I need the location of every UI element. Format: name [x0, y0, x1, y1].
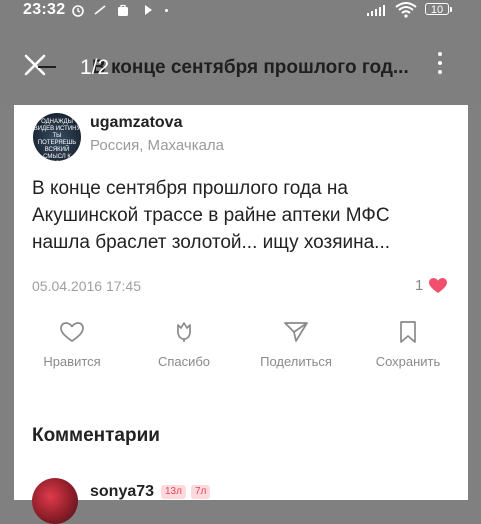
share-label: Поделиться — [260, 354, 332, 369]
thanks-label: Спасибо — [157, 354, 211, 369]
bag-icon — [118, 4, 128, 16]
like-label: Нравится — [43, 354, 101, 369]
like-button[interactable]: Нравится — [22, 320, 122, 369]
close-icon[interactable] — [24, 54, 46, 76]
author-username[interactable]: ugamzatova — [90, 114, 182, 132]
back-arrow-shaft — [38, 66, 56, 68]
post-card: ОДНАЖДЫ ВИДЕВ ИСТИНУ ТЫ ПОТЕРЯЕШЬ ВСЯКИЙ… — [14, 105, 468, 500]
commenter-username[interactable]: sonya73 — [90, 483, 154, 501]
commenter-avatar[interactable] — [32, 478, 78, 524]
image-counter: 1/2 — [80, 56, 110, 79]
thanks-button[interactable]: Спасибо — [134, 320, 234, 369]
likes-count: 1 — [415, 277, 424, 294]
heart-filled-icon — [429, 277, 448, 293]
avatar-caption: ОДНАЖДЫ ВИДЕВ ИСТИНУ ТЫ ПОТЕРЯЕШЬ ВСЯКИЙ… — [33, 119, 81, 160]
signal-icon — [367, 3, 385, 16]
comments-heading: Комментарии — [32, 425, 160, 446]
post-date: 05.04.2016 17:45 — [32, 278, 141, 294]
commenter-badge: 13л — [161, 485, 186, 499]
notification-dot — [165, 9, 168, 12]
commenter-badge: 7л — [191, 485, 211, 499]
paper-plane-icon — [284, 322, 308, 342]
save-label: Сохранить — [375, 354, 441, 369]
heart-outline-icon — [60, 322, 84, 342]
share-button[interactable]: Поделиться — [246, 320, 346, 369]
author-avatar[interactable]: ОДНАЖДЫ ВИДЕВ ИСТИНУ ТЫ ПОТЕРЯЕШЬ ВСЯКИЙ… — [33, 113, 81, 161]
viewer-header: В конце сентября прошлого год... 1/2 — [0, 22, 481, 105]
more-options-icon[interactable] — [438, 52, 442, 74]
post-actions: Нравится Спасибо Поделиться Сохранить — [14, 320, 468, 390]
likes-counter[interactable]: 1 — [415, 277, 448, 294]
status-bar: 23:32 10 — [0, 0, 481, 22]
play-icon — [145, 5, 152, 15]
status-time: 23:32 — [23, 1, 66, 18]
link-icon — [94, 5, 106, 15]
alarm-icon — [72, 5, 84, 17]
page-title: В конце сентября прошлого год... — [92, 57, 409, 78]
post-body: В конце сентября прошлого года на Акушин… — [32, 178, 391, 253]
save-button[interactable]: Сохранить — [358, 320, 458, 369]
wifi-icon — [395, 2, 417, 18]
bookmark-icon — [400, 321, 416, 343]
author-location: Россия, Махачкала — [90, 137, 225, 154]
tulip-icon — [177, 322, 191, 342]
battery-icon: 10 — [425, 3, 452, 16]
